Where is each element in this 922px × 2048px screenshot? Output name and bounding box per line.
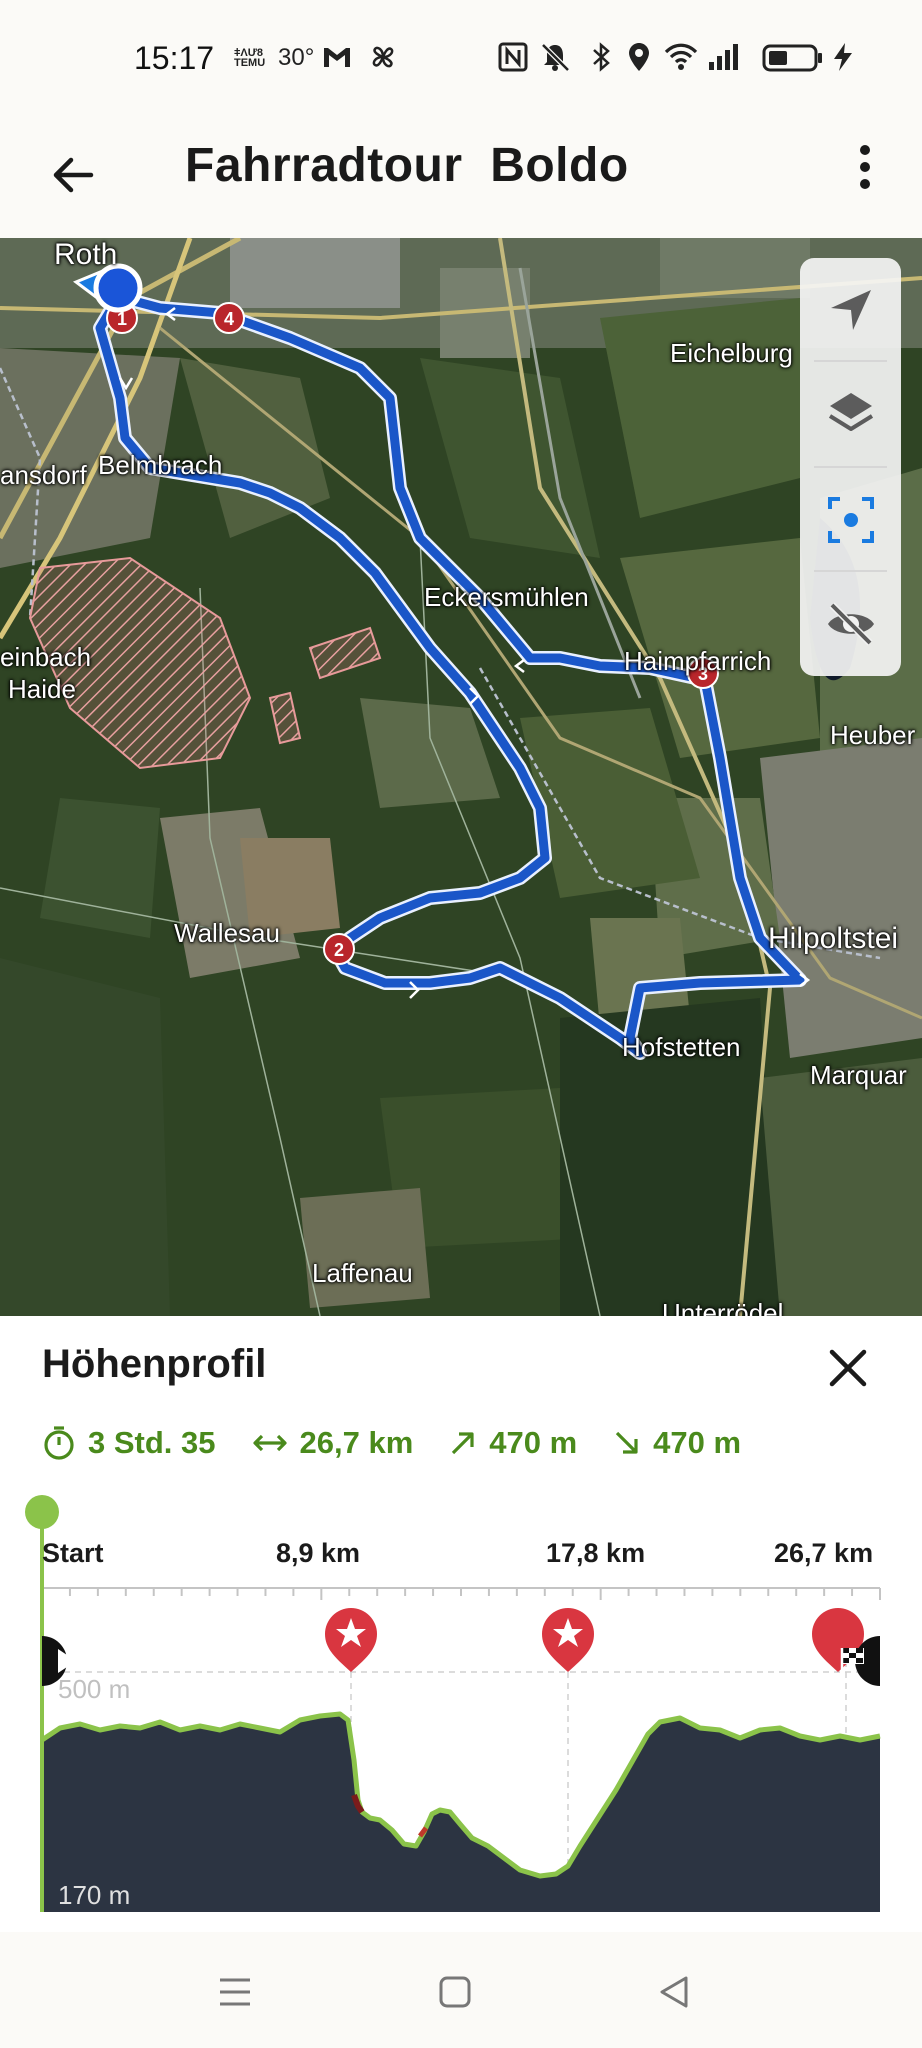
- charging-icon: [834, 43, 852, 71]
- distance-label-start: Start: [42, 1538, 104, 1568]
- signal-icon: [709, 44, 738, 70]
- nfc-icon: [498, 42, 528, 72]
- status-temperature: 30°: [278, 44, 315, 71]
- back-button[interactable]: [40, 142, 106, 208]
- bluetooth-icon: [593, 42, 610, 72]
- focus-target-icon: [827, 497, 874, 543]
- arrow-left-icon: [53, 157, 94, 193]
- distance-label-2: 17,8 km: [546, 1538, 646, 1568]
- place-label-wallesau: Wallesau: [174, 918, 280, 948]
- stat-descent: 470 m: [613, 1425, 741, 1461]
- elevation-area: [42, 1714, 880, 1912]
- stat-duration-value: 3 Std. 35: [88, 1425, 216, 1460]
- layers-icon: [828, 393, 873, 431]
- place-label-heuber: Heuber: [830, 720, 916, 750]
- page-title: Fahrradtour Boldo: [185, 139, 629, 192]
- more-vert-icon: [860, 145, 870, 189]
- wifi-icon: [664, 43, 698, 70]
- place-label-hofstetten: Hofstetten: [622, 1032, 741, 1062]
- place-label-laffenau: Laffenau: [312, 1258, 413, 1288]
- pinwheel-icon: [372, 46, 394, 68]
- map-view[interactable]: 1 4 3 2 Roth Eichelburg Belmbrach ansdor…: [0, 238, 922, 1316]
- gmail-icon: [324, 48, 350, 67]
- stopwatch-icon: [44, 1426, 74, 1460]
- waypoint-marker-4[interactable]: 4: [213, 302, 245, 334]
- stat-ascent-value: 470 m: [489, 1425, 578, 1460]
- descent-arrow-icon: [616, 1431, 638, 1454]
- highlight-star-marker-icon[interactable]: [542, 1608, 594, 1672]
- screen: { "status_bar": { "time": "15:17", "temu…: [0, 0, 922, 2048]
- tour-stats: 3 Std. 35 26,7 km 470 m 470 m: [42, 1418, 777, 1468]
- close-panel-button[interactable]: [820, 1340, 876, 1396]
- place-label-haimpfarrich: Haimpfarrich: [624, 646, 772, 676]
- nav-back-button[interactable]: [644, 1962, 704, 2022]
- place-label-ansdorf: ansdorf: [0, 460, 87, 490]
- recenter-button[interactable]: [800, 468, 901, 572]
- location-icon: [629, 43, 649, 71]
- mute-icon: [541, 43, 570, 72]
- panel-title: Höhenprofil: [42, 1342, 267, 1386]
- place-label-haide: Haide: [8, 674, 76, 704]
- elevation-label-max: 500 m: [58, 1674, 131, 1704]
- stat-distance: 26,7 km: [252, 1425, 414, 1461]
- recents-icon: [220, 1978, 250, 2006]
- distance-label-3: 26,7 km: [774, 1538, 874, 1568]
- stat-ascent: 470 m: [449, 1425, 577, 1461]
- map-controls: [800, 258, 901, 676]
- status-bar: 15:17 ǂΛƯ8 TEMU 30°: [0, 0, 922, 118]
- place-label-eichelburg: Eichelburg: [670, 338, 793, 368]
- ascent-arrow-icon: [452, 1432, 474, 1455]
- svg-text:4: 4: [224, 309, 234, 329]
- home-button[interactable]: [425, 1962, 485, 2022]
- temu-bottom-text: TEMU: [234, 57, 266, 69]
- status-time: 15:17: [134, 40, 215, 76]
- place-label-roth: Roth: [54, 238, 118, 271]
- hide-overlay-button[interactable]: [800, 572, 901, 676]
- position-cursor-handle[interactable]: [25, 1495, 59, 1529]
- home-icon: [439, 1976, 471, 2008]
- close-icon: [829, 1349, 867, 1387]
- stat-duration: 3 Std. 35: [42, 1425, 216, 1461]
- recents-button[interactable]: [205, 1962, 265, 2022]
- place-label-belmbrach: Belmbrach: [98, 450, 223, 480]
- satellite-map: 1 4 3 2: [0, 238, 922, 1316]
- waypoint-marker-2[interactable]: 2: [323, 933, 355, 965]
- visibility-off-icon: [827, 602, 874, 646]
- place-label-einbach: einbach: [0, 642, 92, 672]
- system-nav-bar: [0, 1932, 922, 2048]
- navigation-arrow-icon: [830, 290, 871, 330]
- distance-label-1: 8,9 km: [276, 1538, 361, 1568]
- highlight-star-marker-icon[interactable]: [325, 1608, 377, 1672]
- temu-notification-icon: ǂΛƯ8 TEMU: [234, 48, 268, 69]
- navigate-button[interactable]: [800, 258, 901, 362]
- place-label-unterroedel: Unterrödel: [662, 1298, 784, 1316]
- battery-icon: [762, 44, 822, 72]
- more-options-button[interactable]: [838, 140, 892, 194]
- elevation-label-min: 170 m: [58, 1880, 131, 1910]
- axis-ticks: [41, 1588, 881, 1600]
- place-label-hilpoltstein: Hilpoltstei: [768, 922, 899, 955]
- place-label-eckersmuehlen: Eckersmühlen: [424, 582, 589, 612]
- layers-button[interactable]: [800, 362, 901, 466]
- stat-distance-value: 26,7 km: [299, 1425, 414, 1460]
- distance-arrows-icon: [252, 1434, 287, 1452]
- svg-text:2: 2: [334, 940, 344, 960]
- place-label-marquar: Marquar: [810, 1060, 907, 1090]
- back-icon: [660, 1976, 688, 2008]
- stat-descent-value: 470 m: [653, 1425, 742, 1460]
